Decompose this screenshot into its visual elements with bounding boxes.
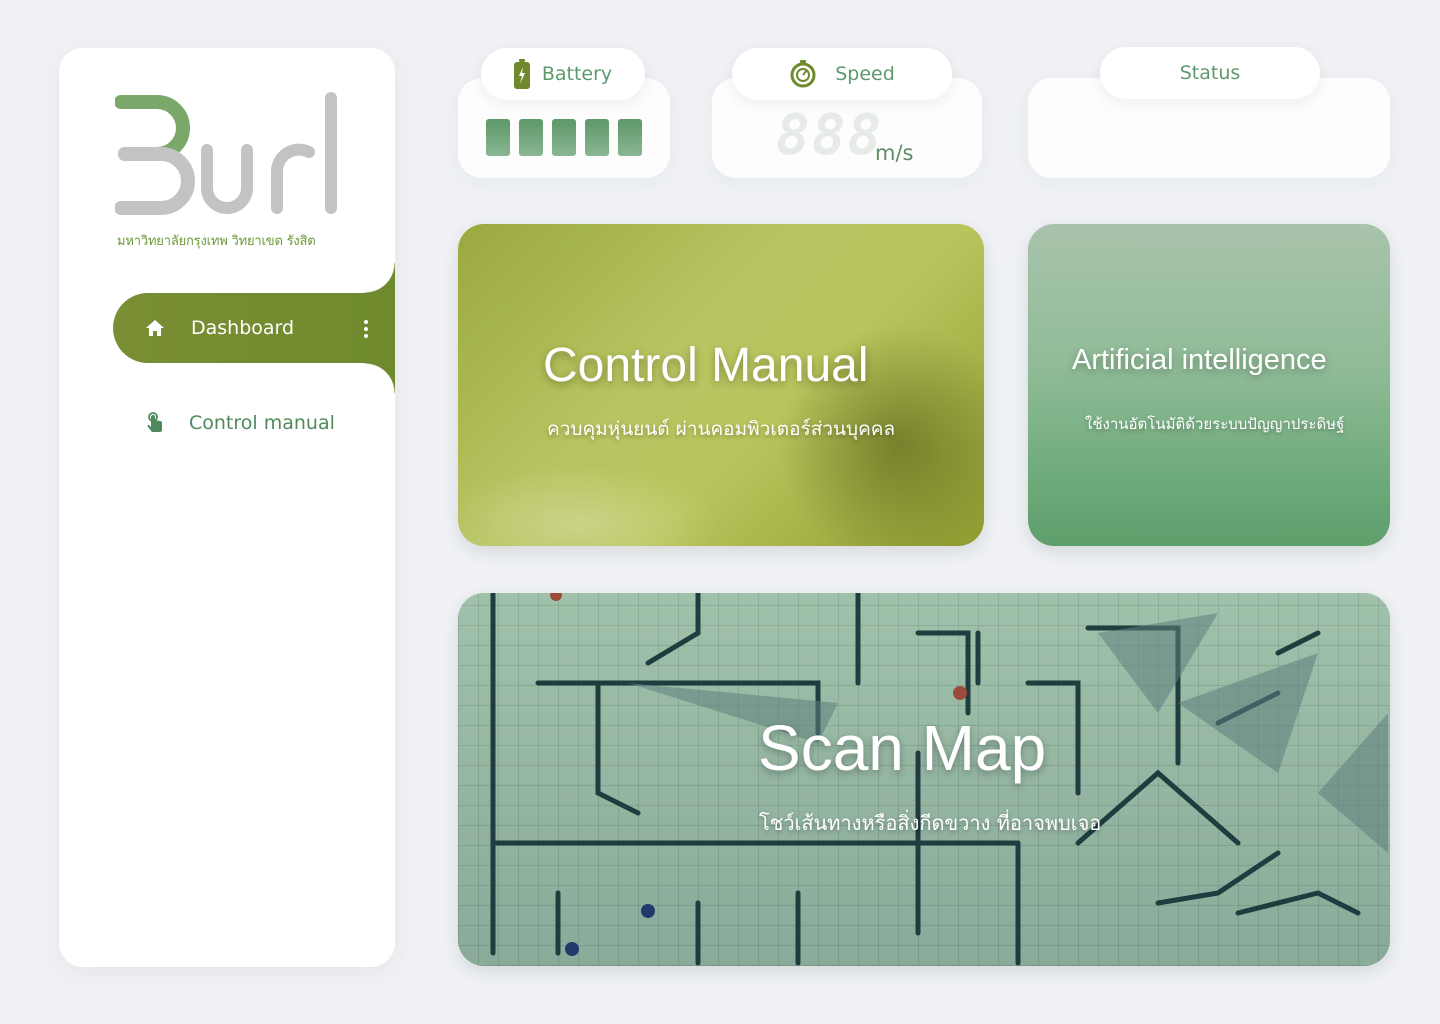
sidebar-item-label: Control manual (189, 412, 335, 434)
speed-readout: 888 (776, 108, 883, 164)
home-icon (146, 320, 164, 336)
tap-icon (147, 412, 162, 432)
speed-label: Speed (835, 63, 895, 85)
card-title: Scan Map (758, 712, 1047, 784)
burl-logo (115, 92, 345, 222)
ai-card[interactable]: Artificial intelligence ใช้งานอัตโนมัติด… (1028, 224, 1390, 546)
more-options-icon[interactable] (363, 320, 369, 338)
sidebar-item-control-manual[interactable]: Control manual (113, 398, 373, 448)
battery-bar (486, 119, 510, 156)
scan-map-card[interactable]: Scan Map โชว์เส้นทางหรือสิ่งกีดขวาง ที่อ… (458, 593, 1390, 966)
card-subtitle: โชว์เส้นทางหรือสิ่งกีดขวาง ที่อาจพบเจอ (759, 811, 1102, 835)
status-label: Status (1179, 62, 1241, 84)
card-title: Control Manual (543, 339, 869, 392)
battery-icon (513, 59, 530, 89)
logo-graphic (115, 92, 337, 215)
speedometer-icon (790, 60, 816, 88)
sidebar-item-dashboard[interactable]: Dashboard (113, 263, 395, 393)
battery-label: Battery (541, 63, 613, 85)
status-header: Status (1100, 47, 1320, 99)
battery-header: Battery (481, 48, 645, 100)
speed-value: 888 (776, 103, 884, 168)
sidebar: มหาวิทยาลัยกรุงเทพ วิทยาเขต รังสิต Dashb… (59, 48, 395, 967)
battery-level (486, 119, 642, 156)
university-name: มหาวิทยาลัยกรุงเทพ วิทยาเขต รังสิต (117, 234, 316, 249)
card-title: Artificial intelligence (1072, 344, 1327, 376)
speed-header: Speed (732, 48, 952, 100)
card-subtitle: ควบคุมหุ่นยนต์ ผ่านคอมพิวเตอร์ส่วนบุคคล (547, 418, 896, 440)
battery-bar (519, 119, 543, 156)
speed-unit: m/s (875, 141, 914, 165)
sidebar-item-label: Dashboard (191, 317, 295, 339)
control-manual-card[interactable]: Control Manual ควบคุมหุ่นยนต์ ผ่านคอมพิว… (458, 224, 984, 546)
battery-bar (552, 119, 576, 156)
card-subtitle: ใช้งานอัตโนมัติด้วยระบบปัญญาประดิษฐ์ (1085, 415, 1345, 433)
battery-bar (585, 119, 609, 156)
battery-bar (618, 119, 642, 156)
